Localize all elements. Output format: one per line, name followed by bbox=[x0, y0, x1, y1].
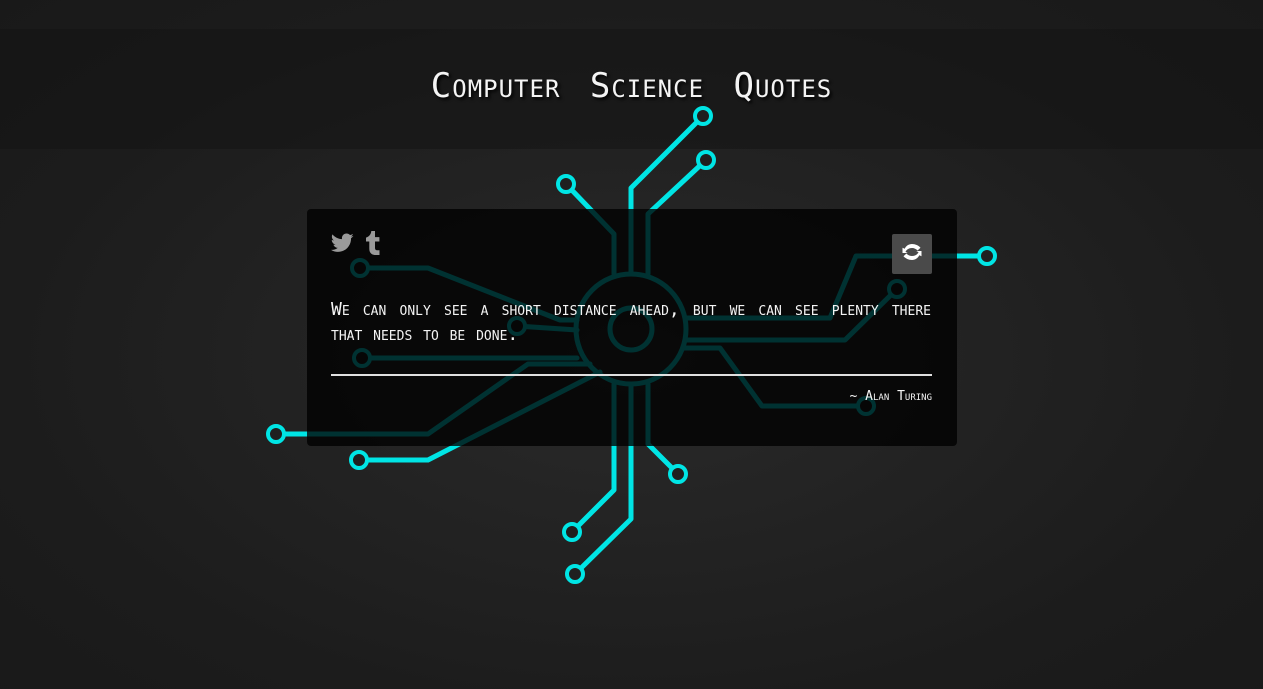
quote-card: We can only see a short distance ahead, … bbox=[307, 209, 957, 446]
tweet-button[interactable] bbox=[330, 233, 354, 257]
tumblr-button[interactable] bbox=[366, 231, 380, 259]
tumblr-icon bbox=[366, 231, 380, 259]
refresh-icon bbox=[900, 240, 924, 268]
twitter-icon bbox=[330, 233, 354, 257]
quote-divider bbox=[331, 374, 932, 376]
share-links bbox=[330, 231, 380, 259]
quote-author: ~ Alan Turing bbox=[850, 389, 932, 404]
author-prefix: ~ bbox=[849, 389, 858, 404]
author-name: Alan Turing bbox=[865, 389, 932, 404]
quote-text: We can only see a short distance ahead, … bbox=[331, 299, 931, 345]
page-title: Computer Science Quotes bbox=[430, 66, 833, 106]
new-quote-button[interactable] bbox=[892, 234, 932, 274]
